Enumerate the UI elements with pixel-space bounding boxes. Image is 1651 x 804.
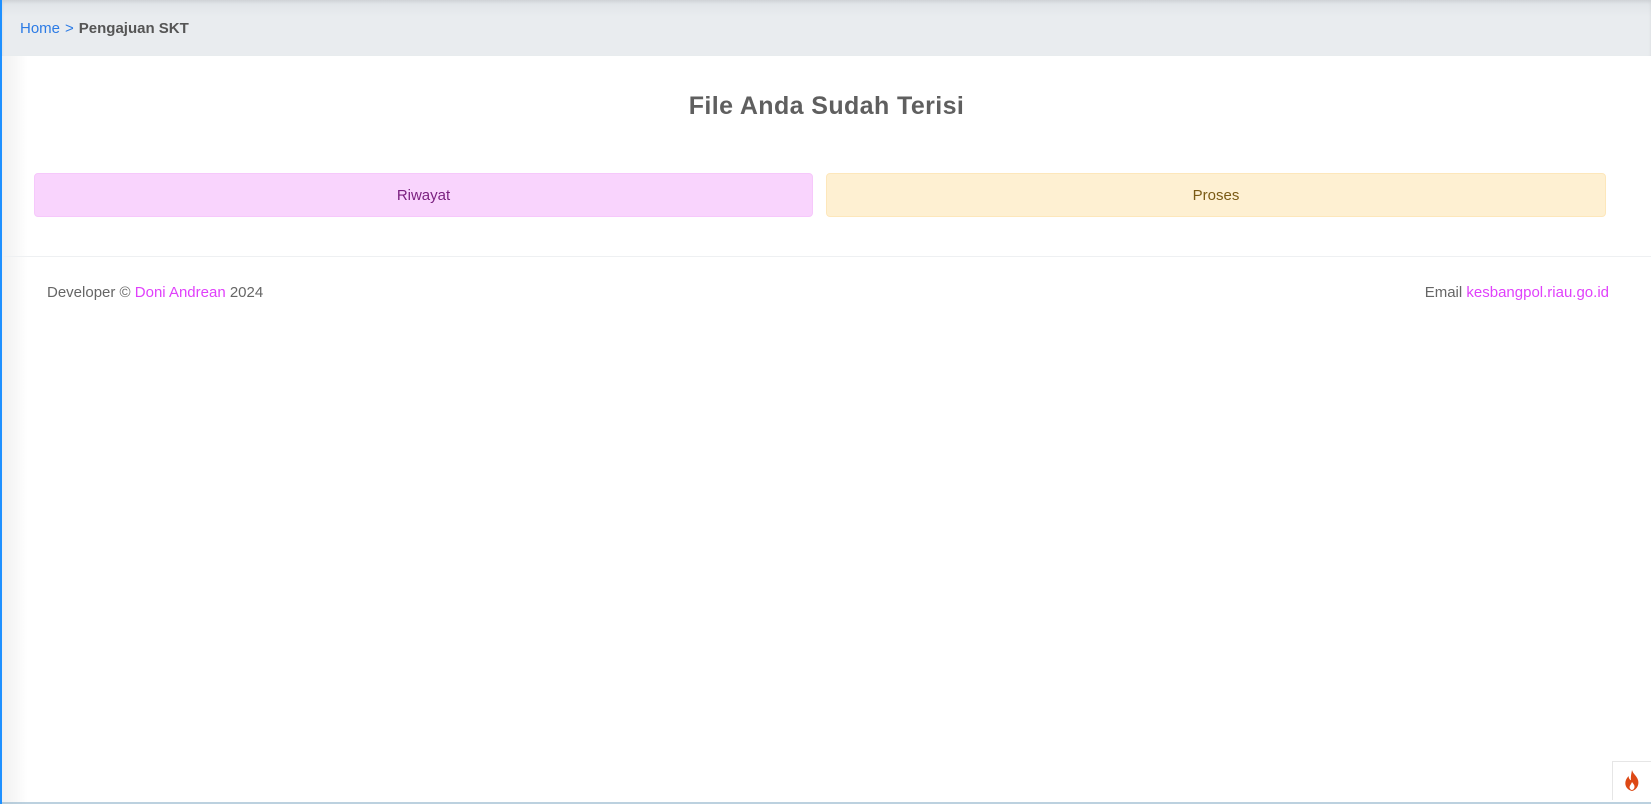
page-title: File Anda Sudah Terisi — [688, 92, 965, 120]
breadcrumb-current: Pengajuan SKT — [78, 19, 189, 37]
corner-toolbar-button[interactable] — [1612, 761, 1651, 800]
email-label: Email — [1424, 284, 1463, 301]
breadcrumb: Home > Pengajuan SKT — [2, 0, 1651, 56]
flame-icon — [1625, 770, 1639, 791]
footer-year: 2024 — [229, 284, 264, 301]
breadcrumb-home-link[interactable]: Home — [20, 20, 60, 37]
footer-credit: Developer © Doni Andrean 2024 — [47, 284, 263, 301]
developer-prefix: Developer © — [47, 284, 131, 301]
riwayat-button[interactable]: Riwayat — [34, 173, 813, 217]
proses-button[interactable]: Proses — [826, 173, 1606, 217]
proses-label: Proses — [1192, 186, 1240, 204]
riwayat-label: Riwayat — [396, 186, 451, 204]
footer-divider — [2, 256, 1651, 257]
app-frame: Home > Pengajuan SKT File Anda Sudah Ter… — [0, 0, 1651, 804]
developer-name-link[interactable]: Doni Andrean — [135, 284, 226, 301]
email-link[interactable]: kesbangpol.riau.go.id — [1466, 284, 1609, 301]
footer-email: Email kesbangpol.riau.go.id — [1425, 284, 1609, 301]
breadcrumb-separator: > — [65, 19, 74, 37]
